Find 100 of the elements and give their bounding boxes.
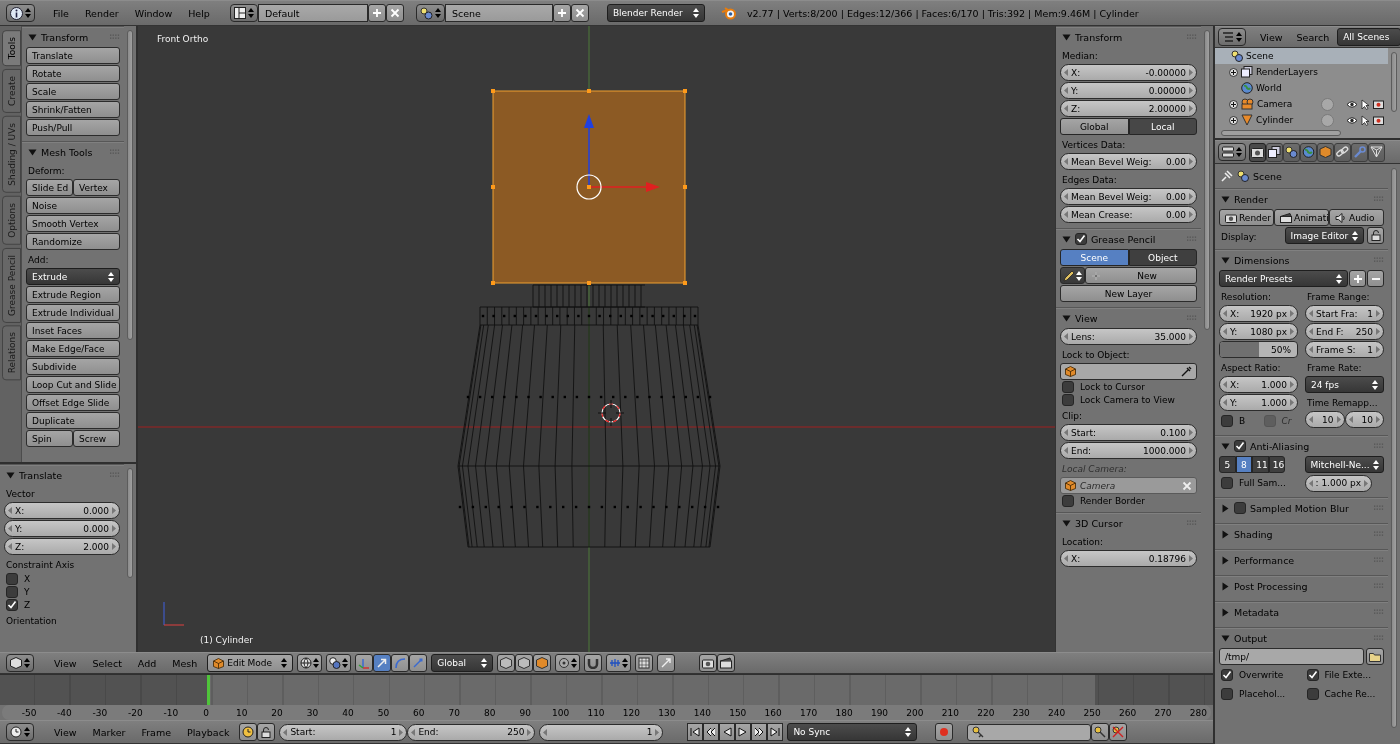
menu-item[interactable]: Frame [135, 726, 177, 738]
number-field[interactable]: Start: 0.100 [1060, 424, 1197, 441]
number-field[interactable]: End: 250 [407, 723, 536, 741]
number-field[interactable]: Start Fra: 1 [1305, 305, 1384, 322]
tool-button[interactable]: Duplicate [26, 412, 120, 429]
tool-button[interactable]: Make Edge/Face [26, 340, 120, 357]
path-field[interactable]: /tmp/ [1219, 648, 1364, 665]
panel-title[interactable]: View [1075, 312, 1183, 324]
number-field[interactable]: Frame S: 1 [1305, 341, 1384, 358]
number-field[interactable]: Y: 1080 px [1219, 323, 1298, 340]
panel-title[interactable]: Shading [1234, 528, 1370, 540]
panel-title[interactable]: Transform [41, 31, 106, 43]
checkbox-label[interactable]: Lock Camera to View [1080, 395, 1175, 405]
panel-title[interactable]: Mesh Tools [41, 146, 106, 158]
menu-item[interactable]: View [48, 726, 83, 738]
checkbox-label[interactable]: Full Sam... [1239, 478, 1286, 488]
menu-item[interactable]: Search [1290, 31, 1336, 43]
panel-title[interactable]: Render [1234, 193, 1370, 205]
number-field[interactable]: 1 [539, 723, 664, 741]
outliner-row[interactable]: Cylinder [1215, 112, 1388, 128]
tool-button[interactable]: Translate [26, 47, 120, 64]
panel-title[interactable]: Performance [1234, 554, 1370, 566]
number-field[interactable]: X: -0.00000 [1060, 64, 1197, 81]
number-field[interactable]: : 1.000 px [1304, 474, 1373, 492]
tool-button[interactable]: Inset Faces [26, 322, 120, 339]
checkbox-label[interactable]: Overwrite [1239, 670, 1284, 680]
panel-title[interactable]: Transform [1075, 31, 1183, 43]
tool-button[interactable]: Shrink/Fatten [26, 101, 120, 118]
number-field[interactable]: X: 0.18796 [1060, 550, 1197, 567]
panel-title[interactable]: 3D Cursor [1075, 517, 1183, 529]
scene-name-field[interactable]: Scene [444, 4, 553, 22]
number-field[interactable]: X: 1920 px [1219, 305, 1298, 322]
tool-button[interactable]: Rotate [26, 65, 120, 82]
outliner-row[interactable]: Camera [1215, 96, 1388, 112]
tool-button[interactable]: Screw [73, 430, 120, 447]
number-field[interactable]: Lens: 35.000 [1060, 328, 1197, 345]
tool-button[interactable]: New Layer [1060, 285, 1197, 302]
panel-title[interactable]: Grease Pencil [1091, 233, 1183, 245]
menu-item[interactable]: Playback [181, 726, 236, 738]
sync-mode-dropdown[interactable]: No Sync [787, 723, 918, 741]
number-field[interactable]: Y: 1.000 [1219, 394, 1298, 411]
toggle-button[interactable]: 11 [1252, 456, 1269, 473]
tool-button[interactable]: Scale [26, 83, 120, 100]
menu-item[interactable]: Select [86, 657, 128, 669]
number-field[interactable]: Mean Bevel Weig: 0.00 [1060, 153, 1197, 170]
display-dropdown[interactable]: Image Editor [1284, 227, 1364, 244]
tool-button[interactable]: Slide Ed [26, 179, 73, 196]
mode-dropdown[interactable]: Edit Mode [207, 654, 294, 672]
new-button[interactable]: New [1085, 267, 1197, 284]
toggle-button[interactable]: Object [1128, 249, 1197, 266]
panel-title[interactable]: Output [1234, 632, 1370, 644]
tool-button[interactable]: Extrude Individual [26, 304, 120, 321]
render-engine-dropdown[interactable]: Blender Render [606, 4, 705, 22]
number-field[interactable]: 10 [1344, 411, 1384, 428]
tool-shelf-tab[interactable]: Tools [2, 30, 21, 67]
panel-title[interactable]: Sampled Motion Blur [1250, 502, 1370, 514]
menu-item[interactable]: File [47, 7, 75, 19]
number-field[interactable]: End F: 250 [1305, 323, 1384, 340]
panel-title[interactable]: Anti-Aliasing [1250, 440, 1370, 452]
tool-button[interactable]: Randomize [26, 233, 120, 250]
toggle-button[interactable]: Local [1128, 118, 1197, 135]
render-button[interactable]: Animati [1274, 209, 1329, 226]
number-field[interactable]: Z: 2.000 [4, 538, 120, 555]
outliner-row[interactable]: World [1215, 80, 1388, 96]
dropdown-menu[interactable]: Mitchell-Ne... [1304, 456, 1384, 473]
toggle-button[interactable]: 5 [1219, 456, 1236, 473]
panel-title[interactable]: Post Processing [1234, 580, 1370, 592]
number-field[interactable]: Start: 1 [279, 723, 408, 741]
number-field[interactable]: Y: 0.000 [4, 520, 120, 537]
panel-title[interactable]: Dimensions [1234, 254, 1370, 266]
number-field[interactable]: Mean Crease: 0.00 [1060, 206, 1197, 223]
menu-item[interactable]: Window [128, 7, 179, 19]
tool-button[interactable]: Smooth Vertex [26, 215, 120, 232]
menu-item[interactable]: View [48, 657, 83, 669]
menu-item[interactable]: Add [131, 657, 163, 669]
outliner-row[interactable]: RenderLayers [1215, 64, 1388, 80]
toggle-button[interactable]: 8 [1235, 456, 1253, 473]
tool-button[interactable]: Noise [26, 197, 120, 214]
menu-item[interactable]: Mesh [166, 657, 204, 669]
menu-item[interactable]: View [1254, 31, 1289, 43]
menu-item[interactable]: Help [182, 7, 216, 19]
display-mode-dropdown[interactable]: All Scenes [1337, 28, 1400, 46]
tool-button[interactable]: Extrude Region [26, 286, 120, 303]
menu-item[interactable]: Marker [86, 726, 132, 738]
presets-dropdown[interactable]: Render Presets [1219, 270, 1348, 287]
tool-button[interactable]: Subdivide [26, 358, 120, 375]
checkbox-label[interactable]: B [1239, 416, 1246, 426]
number-field[interactable]: X: 1.000 [1219, 376, 1298, 393]
checkbox-label[interactable]: Lock to Cursor [1080, 382, 1145, 392]
checkbox-label[interactable]: Placehol... [1239, 689, 1286, 699]
outliner-row[interactable]: Scene [1215, 48, 1388, 64]
number-field[interactable]: Y: 0.00000 [1060, 82, 1197, 99]
panel-title[interactable]: Metadata [1234, 606, 1370, 618]
checkbox-label[interactable]: Cache Re... [1324, 689, 1376, 699]
dropdown-menu[interactable]: Extrude [26, 268, 120, 285]
number-field[interactable]: 10 [1305, 411, 1345, 428]
tool-button[interactable]: Vertex [73, 179, 120, 196]
dropdown-menu[interactable]: 24 fps [1305, 376, 1384, 393]
checkbox-label[interactable]: Z [24, 600, 31, 610]
checkbox-label[interactable]: X [24, 574, 31, 584]
